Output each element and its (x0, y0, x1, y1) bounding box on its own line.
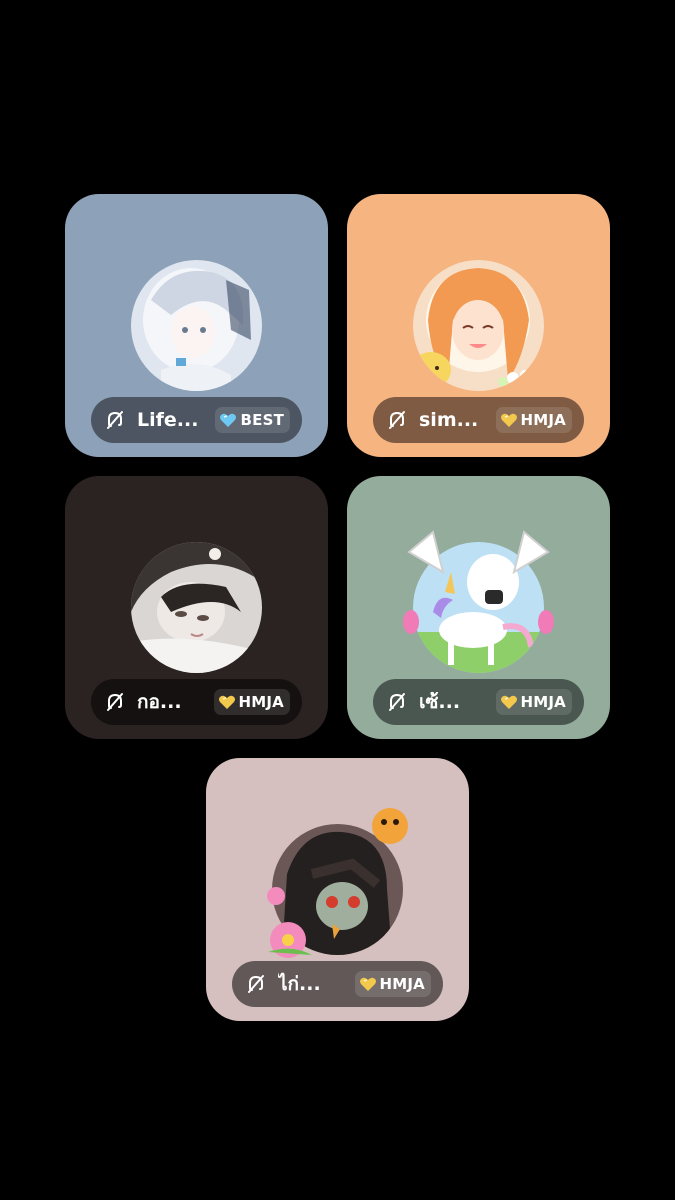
badge-label: HMJA (520, 411, 566, 429)
participant-tile-4[interactable]: เซ้... HMJA (347, 476, 610, 739)
gold-heart-icon (218, 695, 235, 709)
avatar (131, 542, 262, 673)
mic-muted-icon (246, 974, 266, 994)
avatar (267, 808, 408, 958)
participant-name-pill[interactable]: ไก่... HMJA (232, 961, 443, 1007)
mic-muted-icon (105, 410, 125, 430)
participant-name: เซ้... (419, 691, 461, 713)
avatar (131, 260, 262, 391)
avatar (403, 530, 554, 673)
badge-label: HMJA (520, 693, 566, 711)
participant-tile-1[interactable]: Life... BEST (65, 194, 328, 457)
relationship-badge: HMJA (495, 689, 572, 715)
diamond-heart-icon (220, 413, 237, 427)
relationship-badge: HMJA (213, 689, 290, 715)
badge-label: HMJA (379, 975, 425, 993)
participant-tile-5[interactable]: ไก่... HMJA (206, 758, 469, 1021)
participant-name-pill[interactable]: sim... HMJA (373, 397, 584, 443)
participant-tile-3[interactable]: กอ... HMJA (65, 476, 328, 739)
avatar (413, 260, 544, 391)
participant-tile-2[interactable]: sim... HMJA (347, 194, 610, 457)
relationship-badge: HMJA (495, 407, 572, 433)
badge-label: BEST (240, 411, 284, 429)
gold-heart-icon (500, 695, 517, 709)
mic-muted-icon (387, 410, 407, 430)
gold-heart-icon (359, 977, 376, 991)
badge-label: HMJA (238, 693, 284, 711)
relationship-badge: BEST (215, 407, 290, 433)
mic-muted-icon (387, 692, 407, 712)
participant-name: sim... (419, 409, 479, 431)
participant-name-pill[interactable]: เซ้... HMJA (373, 679, 584, 725)
participant-name: ไก่... (278, 973, 321, 995)
participant-name: กอ... (137, 691, 182, 713)
participant-name: Life... (137, 409, 199, 431)
relationship-badge: HMJA (354, 971, 431, 997)
gold-heart-icon (500, 413, 517, 427)
participant-name-pill[interactable]: กอ... HMJA (91, 679, 302, 725)
participant-name-pill[interactable]: Life... BEST (91, 397, 302, 443)
mic-muted-icon (105, 692, 125, 712)
